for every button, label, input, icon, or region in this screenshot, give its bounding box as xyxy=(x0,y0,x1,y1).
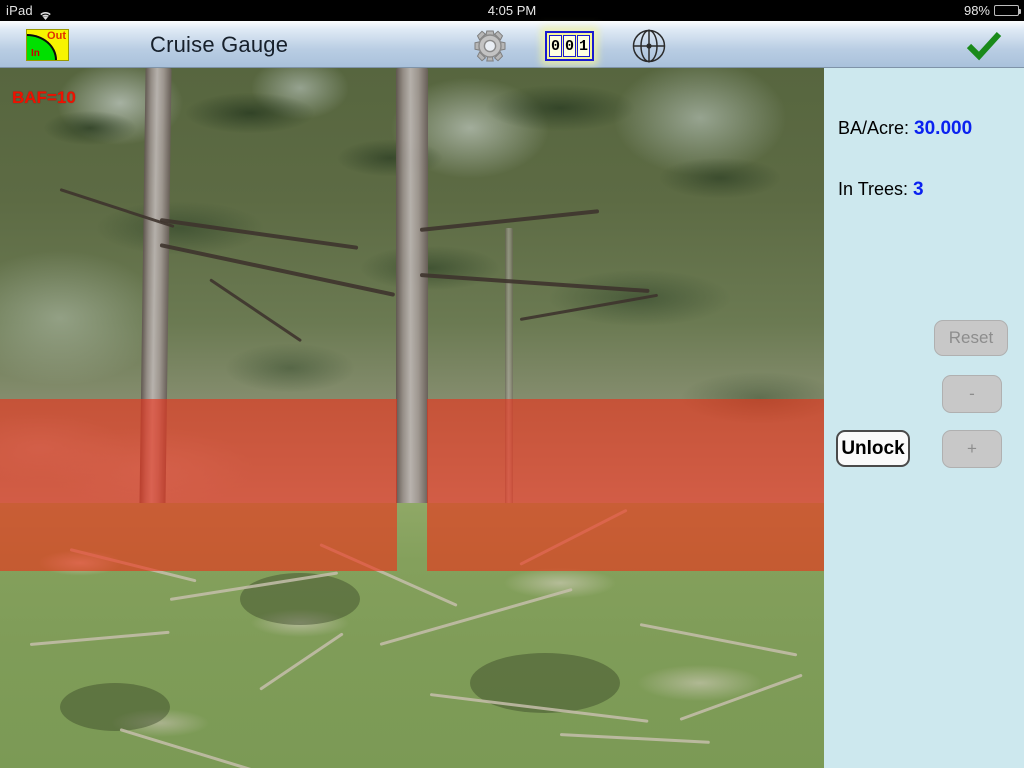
in-trees-label: In Trees: xyxy=(838,179,909,199)
app-icon-out-label: Out xyxy=(47,30,66,42)
settings-gear-button[interactable] xyxy=(469,30,511,62)
forest-scene-image: BAF=10 xyxy=(0,68,824,768)
decrement-button[interactable]: - xyxy=(942,375,1002,413)
in-trees-value: 3 xyxy=(913,179,924,200)
battery-icon xyxy=(994,5,1021,16)
ground-stick xyxy=(679,673,803,721)
info-panel: BA/Acre: 30.000 In Trees: 3 Reset - + Un… xyxy=(824,68,1024,768)
baf-label: BAF=10 xyxy=(12,88,76,107)
ba-per-acre-label: BA/Acre: xyxy=(838,118,910,138)
ba-per-acre-stat: BA/Acre: 30.000 xyxy=(838,118,972,140)
gauge-overlay-bar-left xyxy=(0,399,397,571)
battery-percent-label: 98% xyxy=(963,3,990,18)
counter-digit-3: 1 xyxy=(577,35,590,57)
accept-check-button[interactable] xyxy=(963,31,1005,61)
counter-digit-2: 0 xyxy=(563,35,576,57)
ground-shadow xyxy=(60,683,170,731)
ground-shadow xyxy=(240,573,360,625)
ios-status-bar: iPad 4:05 PM 98% xyxy=(0,0,1024,21)
ground-stick xyxy=(29,630,170,646)
ba-per-acre-value: 30.000 xyxy=(914,118,973,139)
counter-digits: 0 0 1 xyxy=(549,35,590,57)
ground-stick xyxy=(639,623,798,657)
crosshair-target-button[interactable] xyxy=(628,29,670,63)
app-icon-in-label: In xyxy=(31,48,40,59)
status-bar-right: 98% xyxy=(963,0,1021,21)
reset-button[interactable]: Reset xyxy=(934,320,1008,356)
counter-digit-1: 0 xyxy=(549,35,562,57)
cruise-gauge-app-icon[interactable]: Out In xyxy=(26,29,69,61)
app-root: iPad 4:05 PM 98% Out In Cruise Gauge 0 0… xyxy=(0,0,1024,768)
checkmark-icon xyxy=(963,31,1005,65)
ground-stick xyxy=(379,587,573,646)
page-title: Cruise Gauge xyxy=(150,32,289,57)
counter-icon: 0 0 1 xyxy=(545,31,594,61)
ground-shadow xyxy=(470,653,620,713)
increment-button[interactable]: + xyxy=(942,430,1002,468)
camera-viewfinder[interactable]: BAF=10 xyxy=(0,68,824,768)
tree-counter-button[interactable]: 0 0 1 xyxy=(545,31,594,61)
crosshair-icon xyxy=(628,29,670,67)
ground-stick xyxy=(559,733,710,744)
ground-stick xyxy=(119,728,293,768)
app-toolbar: Out In Cruise Gauge 0 0 1 xyxy=(0,21,1024,68)
gauge-overlay-bar-right xyxy=(427,399,824,571)
clock-label: 4:05 PM xyxy=(487,3,537,18)
in-trees-stat: In Trees: 3 xyxy=(838,179,924,201)
unlock-button[interactable]: Unlock xyxy=(836,430,910,467)
ground-stick xyxy=(259,632,344,691)
gear-icon xyxy=(469,30,511,66)
